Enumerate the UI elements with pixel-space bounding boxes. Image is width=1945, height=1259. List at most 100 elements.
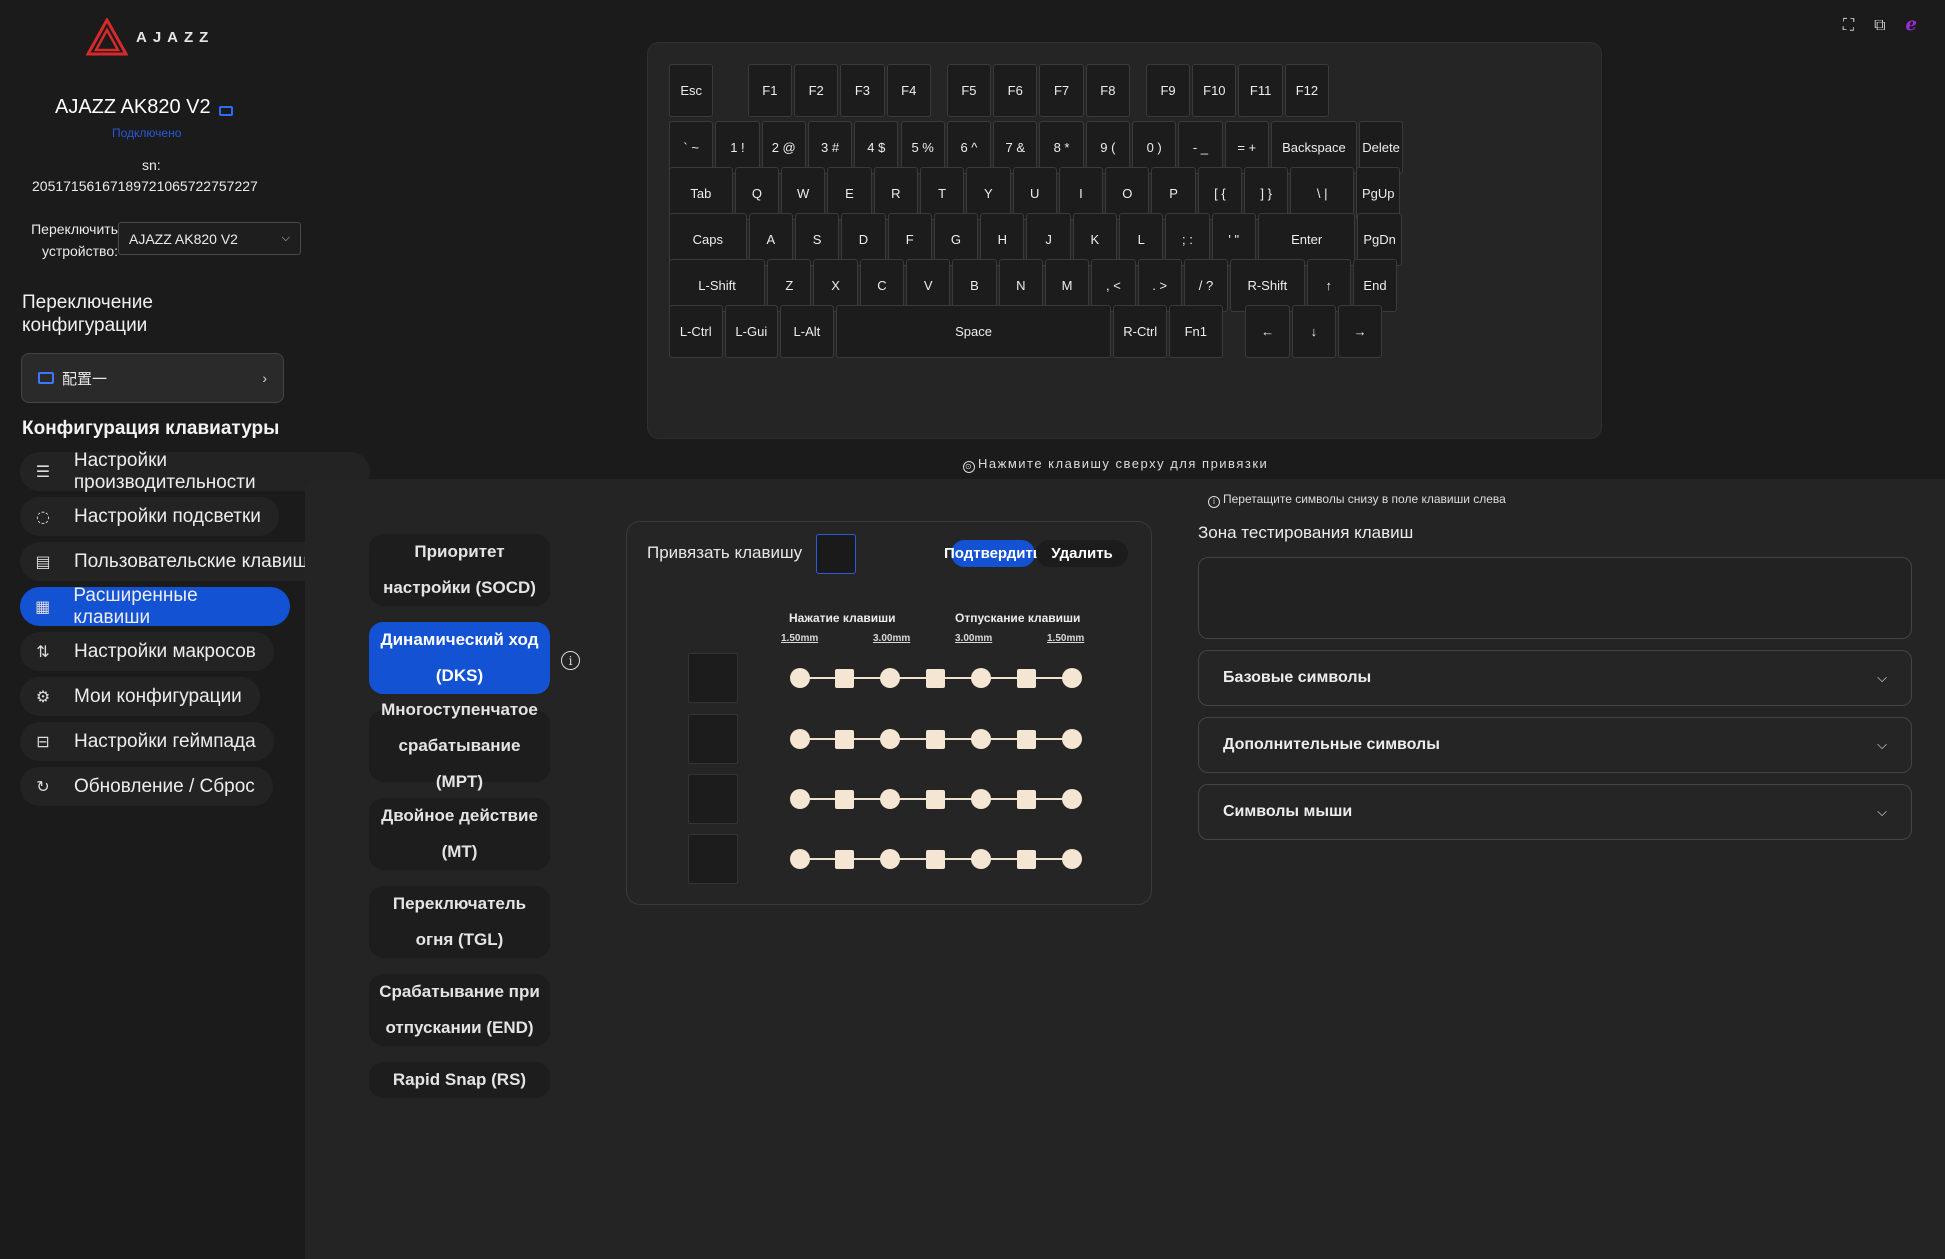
dks-action-node[interactable] [926, 729, 945, 749]
sidebar-item[interactable]: ◌ Настройки подсветки [20, 497, 279, 536]
sidebar-item-label: Настройки макросов [74, 640, 256, 662]
key-5-6[interactable]: ← [1245, 305, 1290, 358]
mode-button[interactable]: Приоритет настройки (SOCD) [369, 534, 550, 606]
dks-action-node[interactable] [926, 789, 945, 809]
dks-key-slot[interactable] [688, 774, 738, 824]
symbol-section[interactable]: Дополнительные символы ⌵ [1198, 717, 1912, 773]
key-0-10[interactable]: F10 [1192, 64, 1237, 117]
mode-button[interactable]: Динамический ход (DKS) [369, 622, 550, 694]
dks-key-slot[interactable] [688, 653, 738, 703]
symbol-section[interactable]: Символы мыши ⌵ [1198, 784, 1912, 840]
bind-key-slot[interactable] [816, 534, 856, 574]
key-0-3[interactable]: F3 [840, 64, 885, 117]
key-0-8[interactable]: F8 [1085, 64, 1130, 117]
dks-point-node[interactable] [1062, 668, 1082, 688]
dks-action-node[interactable] [926, 668, 945, 688]
symbol-section-label: Базовые символы [1223, 669, 1372, 686]
mode-button[interactable]: Двойное действие (MT) [369, 798, 550, 870]
mode-button[interactable]: Переключатель огня (TGL) [369, 886, 550, 958]
dks-action-node[interactable] [835, 789, 854, 809]
mode-button[interactable]: Многоступенчатое срабатывание (MPT) [369, 700, 550, 791]
chevron-down-icon: ⌵ [1877, 737, 1887, 752]
key-0-0[interactable]: Esc [669, 64, 714, 117]
key-5-3[interactable]: Space [835, 305, 1112, 358]
dks-point-node[interactable] [790, 789, 810, 809]
dks-key-slot[interactable] [688, 834, 738, 884]
key-5-1[interactable]: L-Gui [724, 305, 779, 358]
mode-button[interactable]: Rapid Snap (RS) [369, 1062, 550, 1098]
dks-point-node[interactable] [1062, 789, 1082, 809]
dks-point-node[interactable] [790, 849, 810, 869]
dks-point-node[interactable] [971, 849, 991, 869]
key-0-12[interactable]: F12 [1284, 64, 1330, 117]
info-icon[interactable]: i [561, 651, 580, 670]
key-0-7[interactable]: F7 [1039, 64, 1084, 117]
dks-point-node[interactable] [880, 668, 900, 688]
sidebar-item[interactable]: ▦ Расширенные клавиши [20, 585, 290, 628]
dks-action-node[interactable] [835, 849, 854, 869]
sidebar-item[interactable]: ↻ Обновление / Сброс [20, 767, 273, 806]
confirm-button[interactable]: Подтвердить [944, 540, 1042, 567]
test-zone-input[interactable] [1198, 557, 1912, 639]
drag-hint-text: Перетащите символы снизу в поле клавиши … [1223, 492, 1506, 506]
device-select[interactable]: AJAZZ AK820 V2 ⌵ [118, 222, 301, 255]
dks-point-node[interactable] [1062, 849, 1082, 869]
distance-label: 1.50mm [781, 633, 819, 644]
distance-label: 3.00mm [955, 633, 993, 644]
sidebar-item[interactable]: ⚙ Мои конфигурации [20, 677, 260, 716]
screen-capture-icon[interactable]: ⧉ [1874, 15, 1885, 35]
dks-action-node[interactable] [926, 849, 945, 869]
sidebar-item[interactable]: ⊟ Настройки геймпада [20, 722, 274, 761]
config-select[interactable]: 配置一 › [21, 353, 284, 403]
dks-point-node[interactable] [880, 789, 900, 809]
key-5-5[interactable]: Fn1 [1169, 305, 1223, 358]
keyboard-hint: ⊙ Нажмите клавишу сверху для привязки [963, 456, 1268, 473]
keyboard-config-title: Конфигурация клавиатуры [22, 418, 280, 439]
key-0-9[interactable]: F9 [1145, 64, 1191, 117]
dks-point-node[interactable] [790, 729, 810, 749]
dks-point-node[interactable] [971, 668, 991, 688]
dks-action-node[interactable] [1017, 729, 1036, 749]
key-5-7[interactable]: ↓ [1291, 305, 1337, 358]
sidebar-item-label: Настройки геймпада [74, 730, 256, 752]
distance-label: 3.00mm [873, 633, 911, 644]
key-0-11[interactable]: F11 [1238, 64, 1283, 117]
gamepad-icon: ⊟ [36, 732, 50, 751]
sidebar-item-label: Пользовательские клавиши [74, 550, 319, 572]
key-5-4[interactable]: R-Ctrl [1113, 305, 1168, 358]
dks-point-node[interactable] [880, 729, 900, 749]
dks-action-node[interactable] [835, 729, 854, 749]
dks-point-node[interactable] [880, 849, 900, 869]
test-zone-title: Зона тестирования клавиш [1198, 523, 1414, 542]
key-0-6[interactable]: F6 [993, 64, 1038, 117]
key-5-8[interactable]: → [1338, 305, 1383, 358]
sidebar-item-label: Настройки подсветки [74, 505, 261, 527]
logo-text: AJAZZ [136, 28, 215, 46]
key-5-2[interactable]: L-Alt [780, 305, 834, 358]
brand-e-icon[interactable]: ℯ [1906, 14, 1917, 35]
dks-key-slot[interactable] [688, 714, 738, 764]
sidebar-item[interactable]: ⇅ Настройки макросов [20, 632, 274, 671]
dks-action-node[interactable] [1017, 668, 1036, 688]
symbol-section[interactable]: Базовые символы ⌵ [1198, 650, 1912, 706]
key-0-2[interactable]: F2 [794, 64, 839, 117]
sidebar-item[interactable]: ▤ Пользовательские клавиши [20, 542, 337, 581]
device-name: AJAZZ AK820 V2 [55, 96, 233, 119]
key-0-5[interactable]: F5 [946, 64, 992, 117]
key-0-4[interactable]: F4 [886, 64, 931, 117]
key-5-0[interactable]: L-Ctrl [669, 305, 723, 358]
keyboard-icon [38, 372, 54, 384]
dks-point-node[interactable] [790, 668, 810, 688]
fullscreen-icon[interactable]: ⛶ [1843, 15, 1854, 35]
dks-action-node[interactable] [835, 668, 854, 688]
dks-point-node[interactable] [971, 729, 991, 749]
dks-action-node[interactable] [1017, 789, 1036, 809]
mode-button[interactable]: Срабатывание при отпускании (END) [369, 974, 550, 1046]
dks-point-node[interactable] [1062, 729, 1082, 749]
chevron-down-icon: ⌵ [1877, 804, 1887, 819]
dks-action-node[interactable] [1017, 849, 1036, 869]
bind-key-label: Привязать клавишу [647, 543, 803, 562]
delete-button[interactable]: Удалить [1036, 540, 1128, 567]
dks-point-node[interactable] [971, 789, 991, 809]
key-0-1[interactable]: F1 [747, 64, 792, 117]
